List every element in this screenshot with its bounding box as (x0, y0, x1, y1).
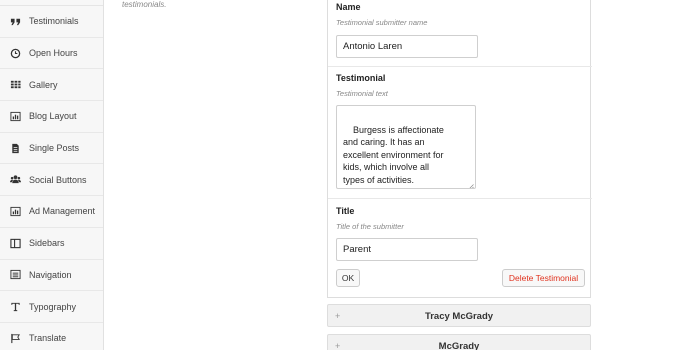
sidebar-item-single-posts[interactable]: Single Posts (0, 133, 103, 165)
sidebar-item-translate[interactable]: Translate (0, 323, 103, 350)
testimonial-text: Burgess is affectionate and caring. It h… (343, 124, 444, 185)
sidebar-item-label: Ad Management (29, 206, 96, 217)
title-input[interactable]: Parent (336, 238, 478, 261)
sidebar-item-label: Testimonials (29, 16, 79, 27)
clock-icon (9, 47, 21, 59)
flag-icon (9, 332, 21, 344)
sidebar-item-label: Gallery (29, 79, 58, 90)
sidebar-item-label: Single Posts (29, 143, 80, 154)
sidebar-item-sidebars[interactable]: Sidebars (0, 228, 103, 260)
title-field-group: Title Title of the submitter (336, 206, 404, 231)
section-hint-text: testimonials. (122, 0, 167, 9)
sidebar-item-social-buttons[interactable]: Social Buttons (0, 164, 103, 197)
testimonial-label: Testimonial (336, 73, 386, 83)
name-field-group: Name Testimonial submitter name (336, 2, 427, 27)
testimonial-description: Testimonial text (336, 89, 388, 98)
sidebar-item-open-hours[interactable]: Open Hours (0, 38, 103, 70)
title-description: Title of the submitter (336, 222, 404, 231)
sidebar-item-label: Translate (29, 333, 67, 344)
nav-list-icon (9, 269, 21, 281)
sidebar-item-label: Blog Layout (29, 111, 77, 122)
sidebar-item-testimonials[interactable]: Testimonials (0, 6, 103, 38)
delete-testimonial-button[interactable]: Delete Testimonial (502, 269, 585, 287)
typography-icon (9, 301, 21, 313)
document-icon (9, 142, 21, 154)
quote-icon (9, 15, 21, 27)
testimonial-editor-panel: Name Testimonial submitter name Antonio … (327, 0, 592, 298)
grid-icon (9, 79, 21, 91)
sidebar-item-label: Open Hours (29, 48, 78, 59)
title-label: Title (336, 206, 355, 216)
accordion-item-mcgrady[interactable]: + McGrady (327, 334, 591, 350)
name-description: Testimonial submitter name (336, 18, 428, 27)
sidebar-item-blog-layout[interactable]: Blog Layout (0, 101, 103, 133)
testimonial-field-group: Testimonial Testimonial text (336, 73, 388, 98)
resize-handle-icon[interactable] (468, 181, 474, 188)
bar-chart-icon (9, 110, 21, 122)
name-label: Name (336, 2, 361, 12)
users-icon (9, 174, 21, 186)
bar-chart-icon (9, 205, 21, 217)
sidebar-item-label: Typography (29, 301, 77, 312)
sidebar-item-ad-management[interactable]: Ad Management (0, 196, 103, 228)
sidebar-item-typography[interactable]: Typography (0, 291, 103, 323)
testimonial-textarea[interactable]: Burgess is affectionate and caring. It h… (336, 105, 476, 189)
sidebar-item-navigation[interactable]: Navigation (0, 260, 103, 292)
ok-button[interactable]: OK (336, 269, 360, 287)
sidebar-item-gallery[interactable]: Gallery (0, 69, 103, 102)
columns-icon (9, 237, 21, 249)
divider (328, 66, 592, 67)
accordion-item-tracy-mcgrady[interactable]: + Tracy McGrady (327, 304, 591, 327)
name-input[interactable]: Antonio Laren (336, 35, 478, 58)
sidebar: Testimonials Open Hours Gallery Blog Lay… (0, 0, 104, 350)
accordion-title: McGrady (438, 341, 480, 350)
accordion-title: Tracy McGrady (424, 311, 494, 322)
sidebar-item-label: Sidebars (29, 238, 65, 249)
divider (328, 198, 592, 199)
sidebar-item-label: Social Buttons (29, 174, 87, 185)
sidebar-item-label: Navigation (29, 269, 72, 280)
